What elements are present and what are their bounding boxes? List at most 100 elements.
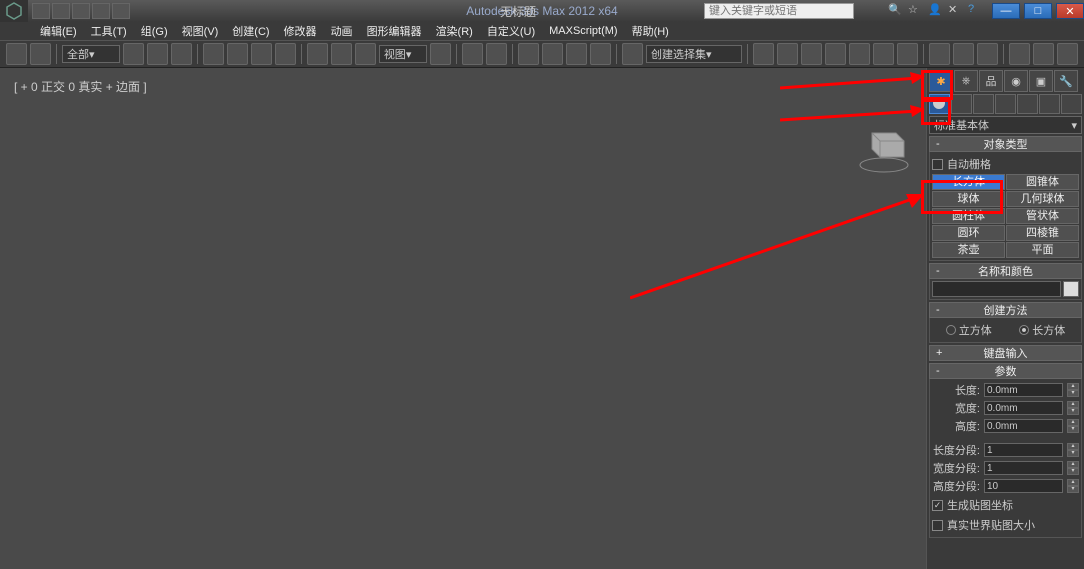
shapes-button[interactable] (951, 94, 972, 114)
teapot-b-button[interactable] (1033, 43, 1054, 65)
curve-editor-button[interactable] (849, 43, 870, 65)
search-input[interactable] (704, 3, 854, 19)
teapot-a-button[interactable] (1009, 43, 1030, 65)
object-name-input[interactable] (932, 281, 1061, 297)
real-world-checkbox[interactable] (932, 520, 943, 531)
object-pyramid-button[interactable]: 四棱锥 (1006, 225, 1079, 241)
menu-help[interactable]: 帮助(H) (632, 23, 669, 39)
object-color-swatch[interactable] (1063, 281, 1079, 297)
category-dropdown[interactable]: 标准基本体▾ (929, 116, 1082, 134)
schematic-view-button[interactable] (873, 43, 894, 65)
pivot-center-button[interactable] (430, 43, 451, 65)
teapot-c-button[interactable] (1057, 43, 1078, 65)
width-down[interactable]: ▾ (1067, 408, 1079, 415)
window-crossing-button[interactable] (275, 43, 296, 65)
menu-edit[interactable]: 编辑(E) (40, 23, 77, 39)
length-input[interactable]: 0.0mm (984, 383, 1063, 397)
width-up[interactable]: ▴ (1067, 401, 1079, 408)
select-region-button[interactable] (251, 43, 272, 65)
bind-spacewarp-button[interactable] (171, 43, 192, 65)
rollout-name-color[interactable]: -名称和颜色 (929, 263, 1082, 279)
open-icon[interactable] (52, 3, 70, 19)
render-button[interactable] (977, 43, 998, 65)
view-cube[interactable] (852, 113, 916, 177)
select-name-button[interactable] (227, 43, 248, 65)
ref-coord-dropdown[interactable]: 视图 ▾ (379, 45, 427, 63)
snap-2d-button[interactable] (518, 43, 539, 65)
tab-display[interactable]: ▣ (1029, 70, 1053, 92)
app-icon[interactable] (0, 0, 28, 22)
select-scale-button[interactable] (355, 43, 376, 65)
cameras-button[interactable] (995, 94, 1016, 114)
object-cylinder-button[interactable]: 圆柱体 (932, 208, 1005, 224)
layer-manager-button[interactable] (801, 43, 822, 65)
graphite-button[interactable] (825, 43, 846, 65)
width-input[interactable]: 0.0mm (984, 401, 1063, 415)
geometry-button[interactable] (929, 94, 950, 114)
manipulate-button[interactable] (462, 43, 483, 65)
wsegs-down[interactable]: ▾ (1067, 468, 1079, 475)
tab-utilities[interactable]: 🔧 (1054, 70, 1078, 92)
hsegs-up[interactable]: ▴ (1067, 479, 1079, 486)
minimize-button[interactable]: — (992, 3, 1020, 19)
menu-maxscript[interactable]: MAXScript(M) (549, 25, 617, 37)
close-button[interactable]: ✕ (1056, 3, 1084, 19)
rollout-parameters[interactable]: -参数 (929, 363, 1082, 379)
render-setup-button[interactable] (929, 43, 950, 65)
object-geosphere-button[interactable]: 几何球体 (1006, 191, 1079, 207)
signin-icon[interactable]: 👤 (928, 3, 944, 19)
menu-tools[interactable]: 工具(T) (91, 23, 127, 39)
auto-grid-checkbox[interactable] (932, 159, 943, 170)
object-teapot-button[interactable]: 茶壶 (932, 242, 1005, 258)
length-down[interactable]: ▾ (1067, 390, 1079, 397)
menu-views[interactable]: 视图(V) (182, 23, 219, 39)
unlink-button[interactable] (147, 43, 168, 65)
height-up[interactable]: ▴ (1067, 419, 1079, 426)
exchange-icon[interactable]: ✕ (948, 3, 964, 19)
material-editor-button[interactable] (897, 43, 918, 65)
lights-button[interactable] (973, 94, 994, 114)
radio-cube[interactable] (946, 325, 956, 335)
snap-angle-button[interactable] (542, 43, 563, 65)
lsegs-up[interactable]: ▴ (1067, 443, 1079, 450)
undo-icon[interactable] (92, 3, 110, 19)
lsegs-down[interactable]: ▾ (1067, 450, 1079, 457)
viewport-label[interactable]: [ + 0 正交 0 真实 + 边面 ] (14, 78, 147, 95)
maximize-button[interactable]: □ (1024, 3, 1052, 19)
rollout-creation-method[interactable]: -创建方法 (929, 302, 1082, 318)
viewport[interactable]: [ + 0 正交 0 真实 + 边面 ] (0, 68, 926, 569)
select-object-button[interactable] (203, 43, 224, 65)
menu-group[interactable]: 组(G) (141, 23, 168, 39)
named-selection-dropdown[interactable]: 创建选择集 ▾ (646, 45, 742, 63)
select-rotate-button[interactable] (331, 43, 352, 65)
snap-percent-button[interactable] (566, 43, 587, 65)
undo-button[interactable] (6, 43, 27, 65)
align-button[interactable] (777, 43, 798, 65)
object-cone-button[interactable]: 圆锥体 (1006, 174, 1079, 190)
menu-create[interactable]: 创建(C) (232, 23, 269, 39)
tab-create[interactable]: ✱ (929, 70, 953, 92)
object-plane-button[interactable]: 平面 (1006, 242, 1079, 258)
height-input[interactable]: 0.0mm (984, 419, 1063, 433)
menu-graph-editors[interactable]: 图形编辑器 (367, 23, 422, 39)
gen-map-checkbox[interactable] (932, 500, 943, 511)
lsegs-input[interactable]: 1 (984, 443, 1063, 457)
new-icon[interactable] (32, 3, 50, 19)
radio-box[interactable] (1019, 325, 1029, 335)
menu-animation[interactable]: 动画 (331, 23, 353, 39)
height-down[interactable]: ▾ (1067, 426, 1079, 433)
menu-rendering[interactable]: 渲染(R) (436, 23, 473, 39)
selection-filter-dropdown[interactable]: 全部 ▾ (62, 45, 120, 63)
select-move-button[interactable] (307, 43, 328, 65)
link-button[interactable] (123, 43, 144, 65)
help-icon[interactable]: ? (968, 3, 984, 19)
menu-customize[interactable]: 自定义(U) (487, 23, 535, 39)
redo-button[interactable] (30, 43, 51, 65)
object-box-button[interactable]: 长方体 (932, 174, 1005, 190)
spinner-snap-button[interactable] (590, 43, 611, 65)
tab-motion[interactable]: ◉ (1004, 70, 1028, 92)
keyboard-shortcut-button[interactable] (486, 43, 507, 65)
mirror-button[interactable] (753, 43, 774, 65)
object-tube-button[interactable]: 管状体 (1006, 208, 1079, 224)
menu-modifiers[interactable]: 修改器 (284, 23, 317, 39)
